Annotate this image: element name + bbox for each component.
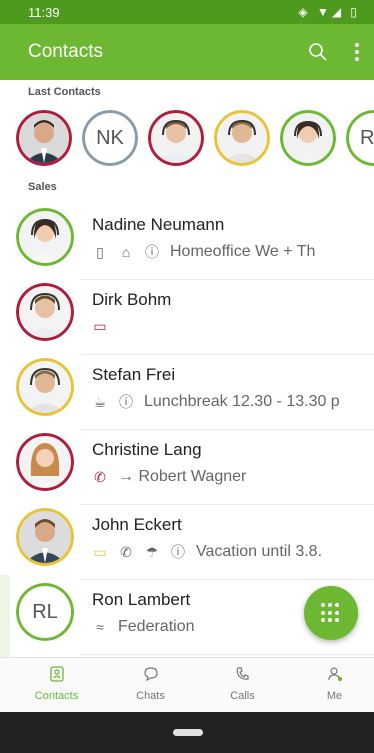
search-icon[interactable]: [306, 40, 330, 64]
home-icon: ⌂: [121, 244, 131, 260]
status-ring: [148, 110, 204, 166]
recent-contact-avatar[interactable]: [148, 110, 204, 166]
avatar: [16, 508, 74, 566]
recent-contact-avatar[interactable]: [214, 110, 270, 166]
info-icon: ⓘ: [145, 244, 159, 260]
nav-calls[interactable]: Calls: [196, 666, 289, 702]
nav-calls-label: Calls: [230, 690, 255, 702]
bottom-navigation: Contacts Chats Calls Me: [0, 657, 374, 712]
recent-contact-avatar[interactable]: [16, 110, 72, 166]
coffee-icon: ☕: [93, 394, 107, 410]
contact-name: John Eckert: [92, 515, 182, 534]
contact-status: ▯ ⌂ ⓘ Homeoffice We + Th: [92, 243, 315, 261]
info-icon: ⓘ: [119, 394, 133, 410]
avatar: [16, 208, 74, 266]
info-icon: ⓘ: [171, 544, 185, 560]
status-ring: [16, 508, 74, 566]
contact-name: Stefan Frei: [92, 365, 176, 384]
chat-icon: [143, 667, 158, 682]
contact-status: ▭ ✆ ☂ ⓘ Vacation until 3.8.: [92, 543, 322, 561]
contact-name: Dirk Bohm: [92, 290, 172, 309]
contact-row[interactable]: Nadine Neumann ▯ ⌂ ⓘ Homeoffice We + Th: [0, 205, 374, 280]
status-text: Lunchbreak 12.30 - 13.30 p: [144, 393, 340, 410]
nav-contacts[interactable]: Contacts: [10, 666, 103, 702]
status-ring: [16, 358, 74, 416]
status-bar: 11:39 ◈ ▼◢ ▯: [0, 0, 374, 24]
home-handle[interactable]: [173, 729, 203, 736]
contact-status: ☕ ⓘ Lunchbreak 12.30 - 13.30 p: [92, 393, 340, 411]
nav-chats[interactable]: Chats: [104, 666, 197, 702]
status-ring: [16, 433, 74, 491]
contact-name: Nadine Neumann: [92, 215, 225, 234]
contact-row[interactable]: John Eckert ▭ ✆ ☂ ⓘ Vacation until 3.8.: [0, 505, 374, 580]
profile-icon: [327, 667, 342, 682]
recent-contacts-strip: NK R: [0, 102, 374, 176]
app-bar: Contacts: [0, 24, 374, 80]
contact-status: ≈ Federation: [92, 618, 195, 636]
status-text: → Robert Wagner: [118, 468, 247, 485]
avatar: [16, 283, 74, 341]
contacts-icon: [49, 666, 64, 682]
nav-chats-label: Chats: [136, 690, 165, 702]
contact-status: ✆ → Robert Wagner: [92, 468, 246, 486]
nav-contacts-label: Contacts: [34, 690, 79, 702]
status-ring: [280, 110, 336, 166]
contact-row[interactable]: Stefan Frei ☕ ⓘ Lunchbreak 12.30 - 13.30…: [0, 355, 374, 430]
status-text: Vacation until 3.8.: [196, 543, 323, 560]
recent-contact-avatar[interactable]: R: [346, 110, 374, 166]
contact-row[interactable]: Christine Lang ✆ → Robert Wagner: [0, 430, 374, 505]
status-icons: ◈ ▼◢ ▯: [298, 5, 360, 19]
dialpad-icon: [321, 603, 341, 623]
avatar: [16, 433, 74, 491]
umbrella-icon: ☂: [145, 544, 159, 560]
section-last-contacts: Last Contacts: [28, 86, 101, 98]
phone-icon: ▯: [96, 244, 104, 260]
status-ring: [16, 110, 72, 166]
nav-me-label: Me: [326, 690, 343, 702]
page-title: Contacts: [28, 41, 103, 62]
federation-icon: ≈: [96, 619, 104, 635]
recent-contact-avatar[interactable]: NK: [82, 110, 138, 166]
status-text: Federation: [118, 618, 195, 635]
status-ring: [16, 208, 74, 266]
phone-status-icon: ✆: [120, 544, 132, 560]
status-text: Homeoffice We + Th: [170, 243, 316, 260]
dialpad-button[interactable]: [304, 586, 358, 640]
status-ring: [16, 283, 74, 341]
nav-me[interactable]: Me: [288, 666, 374, 702]
status-ring: [16, 583, 74, 641]
contact-name: Christine Lang: [92, 440, 202, 459]
phone-icon: [236, 667, 249, 680]
avatar: RL: [16, 583, 74, 641]
system-navigation-bar: [0, 712, 374, 753]
status-time: 11:39: [28, 5, 60, 20]
avatar: [16, 358, 74, 416]
contact-name: Ron Lambert: [92, 590, 191, 609]
calendar-icon: ▭: [93, 544, 107, 560]
divider: [80, 654, 374, 655]
more-options-icon[interactable]: [350, 40, 364, 64]
status-ring: [214, 110, 270, 166]
recent-contact-avatar[interactable]: [280, 110, 336, 166]
contact-status: ▭: [92, 318, 108, 334]
contact-row[interactable]: Dirk Bohm ▭: [0, 280, 374, 355]
status-ring: [82, 110, 138, 166]
call-forward-icon: ✆: [94, 469, 106, 485]
calendar-icon: ▭: [93, 318, 107, 334]
section-sales: Sales: [28, 181, 57, 193]
